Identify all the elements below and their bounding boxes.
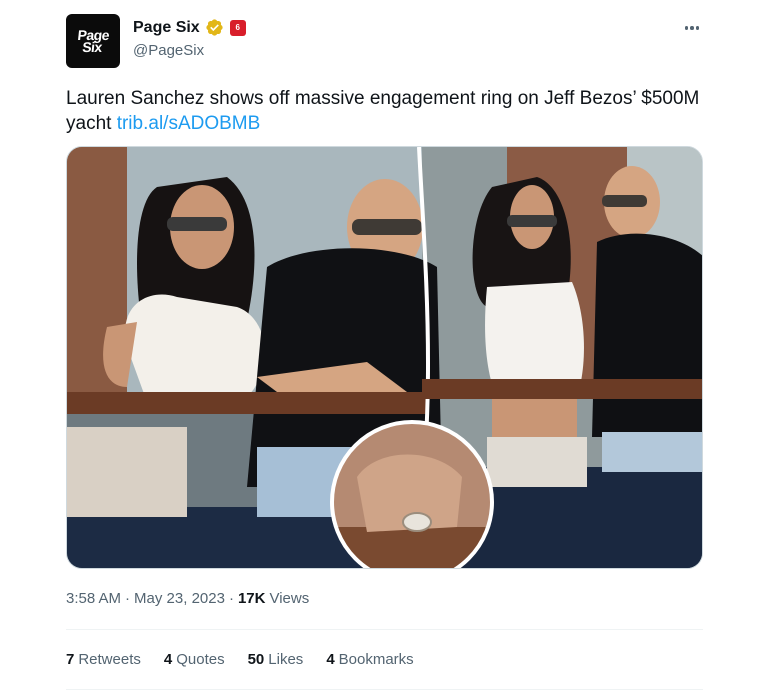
engagement-stats: 7 Retweets 4 Quotes 50 Likes 4 Bookmarks (66, 651, 414, 668)
tweet-meta: 3:58 AM · May 23, 2023 · 17K Views (66, 590, 309, 607)
tweet-link[interactable]: trib.al/sADOBMB (117, 113, 261, 134)
avatar[interactable]: Page Six (66, 14, 120, 68)
tweet-media-photo[interactable] (66, 146, 703, 569)
verified-badge-icon[interactable] (205, 18, 224, 37)
affiliate-badge-icon[interactable]: 6 (229, 19, 246, 36)
more-options-icon[interactable] (682, 18, 702, 38)
divider (66, 689, 703, 690)
meta-separator: · (125, 590, 131, 607)
author-name-row: Page Six 6 (133, 18, 246, 37)
quotes-stat[interactable]: 4 Quotes (164, 651, 225, 668)
tweet-time[interactable]: 3:58 AM (66, 590, 121, 607)
tweet-date[interactable]: May 23, 2023 (134, 590, 225, 607)
avatar-logo: Page Six (77, 27, 111, 55)
divider (66, 629, 703, 630)
retweets-stat[interactable]: 7 Retweets (66, 651, 141, 668)
author-handle[interactable]: @PageSix (133, 42, 204, 59)
tweet: Page Six Page Six 6 @PageSix Lauren Sanc… (0, 0, 770, 695)
meta-separator: · (228, 590, 234, 607)
tweet-text: Lauren Sanchez shows off massive engagem… (66, 86, 706, 136)
views-count: 17K (237, 590, 266, 607)
author-name[interactable]: Page Six (133, 19, 200, 37)
views-label: Views (269, 590, 310, 607)
likes-stat[interactable]: 50 Likes (248, 651, 304, 668)
photo-collage (67, 147, 702, 568)
bookmarks-stat[interactable]: 4 Bookmarks (326, 651, 413, 668)
